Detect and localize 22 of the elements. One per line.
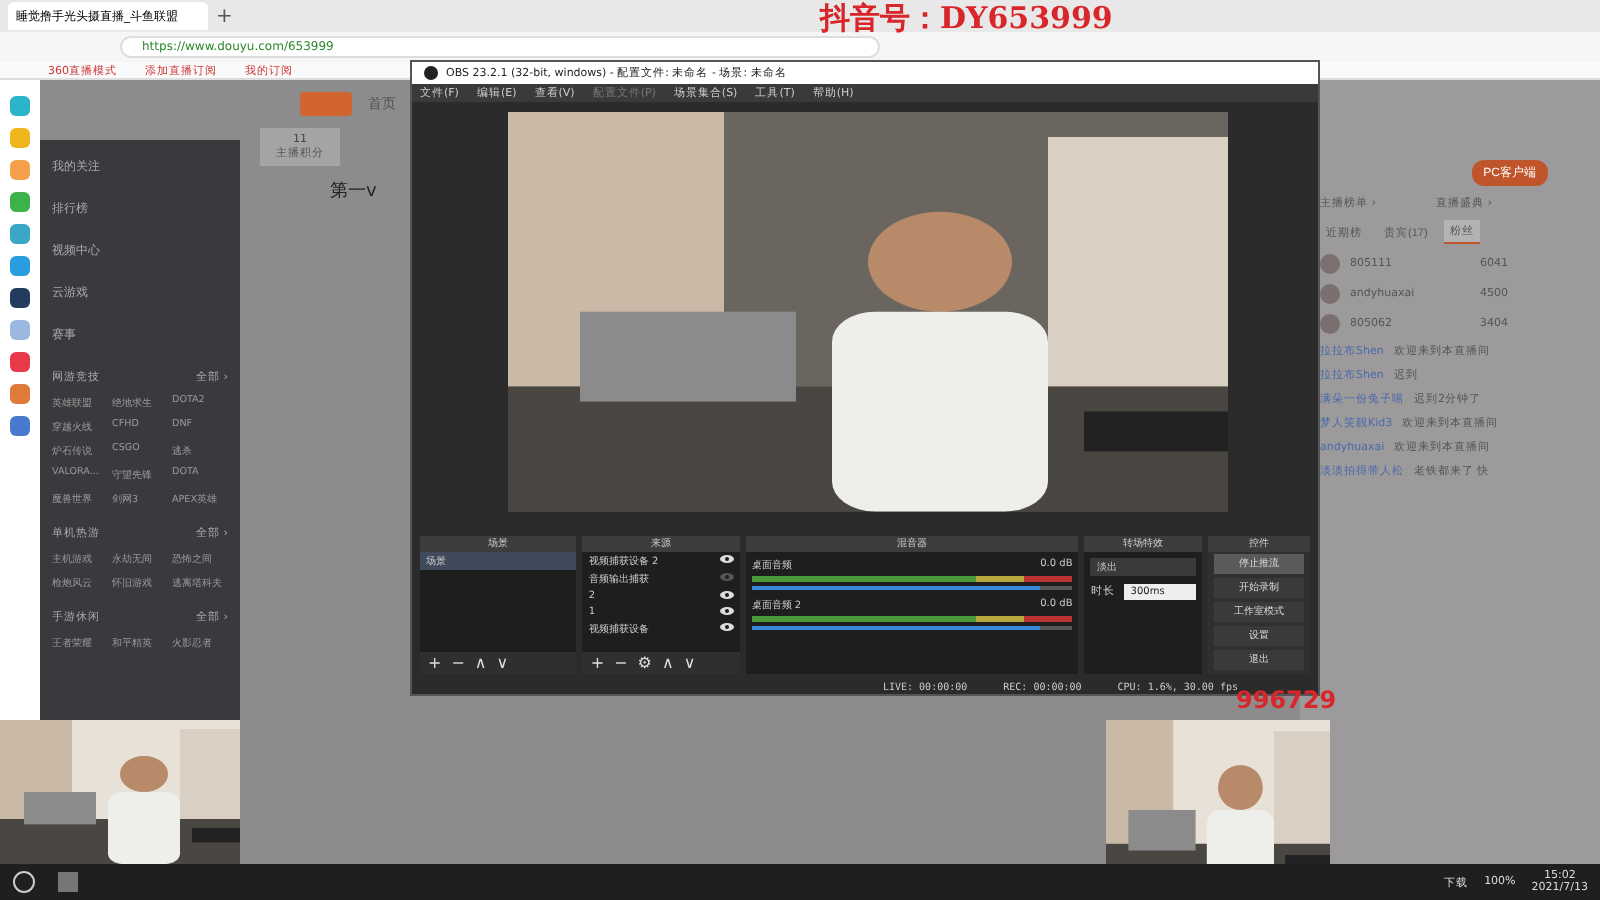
start-icon[interactable] xyxy=(12,870,36,894)
volume-slider[interactable] xyxy=(751,585,1073,590)
tool-button[interactable]: ⚙ xyxy=(637,653,652,672)
tool-button[interactable]: ∨ xyxy=(683,653,696,672)
overlay-caption: 996729 xyxy=(1236,686,1337,714)
eye-icon[interactable] xyxy=(719,553,734,564)
obs-logo-icon xyxy=(424,65,438,80)
volume-slider[interactable] xyxy=(751,625,1073,630)
overlay-caption: 抖音号：DY653999 xyxy=(820,0,1113,38)
eye-icon[interactable] xyxy=(719,589,734,600)
tool-button[interactable]: − xyxy=(614,653,628,672)
eye-icon[interactable] xyxy=(719,605,734,616)
tool-button[interactable]: ∧ xyxy=(661,653,674,672)
tool-button[interactable]: ∨ xyxy=(496,653,509,672)
tool-button[interactable]: + xyxy=(590,653,605,672)
streamer-title: 第一v xyxy=(330,179,377,204)
eye-icon[interactable] xyxy=(719,621,734,632)
tool-button[interactable]: − xyxy=(451,653,465,672)
tool-button[interactable]: + xyxy=(428,653,442,672)
new-tab-button[interactable]: + xyxy=(216,5,233,27)
tool-button[interactable]: ∧ xyxy=(474,653,487,672)
site-logo xyxy=(300,92,352,116)
